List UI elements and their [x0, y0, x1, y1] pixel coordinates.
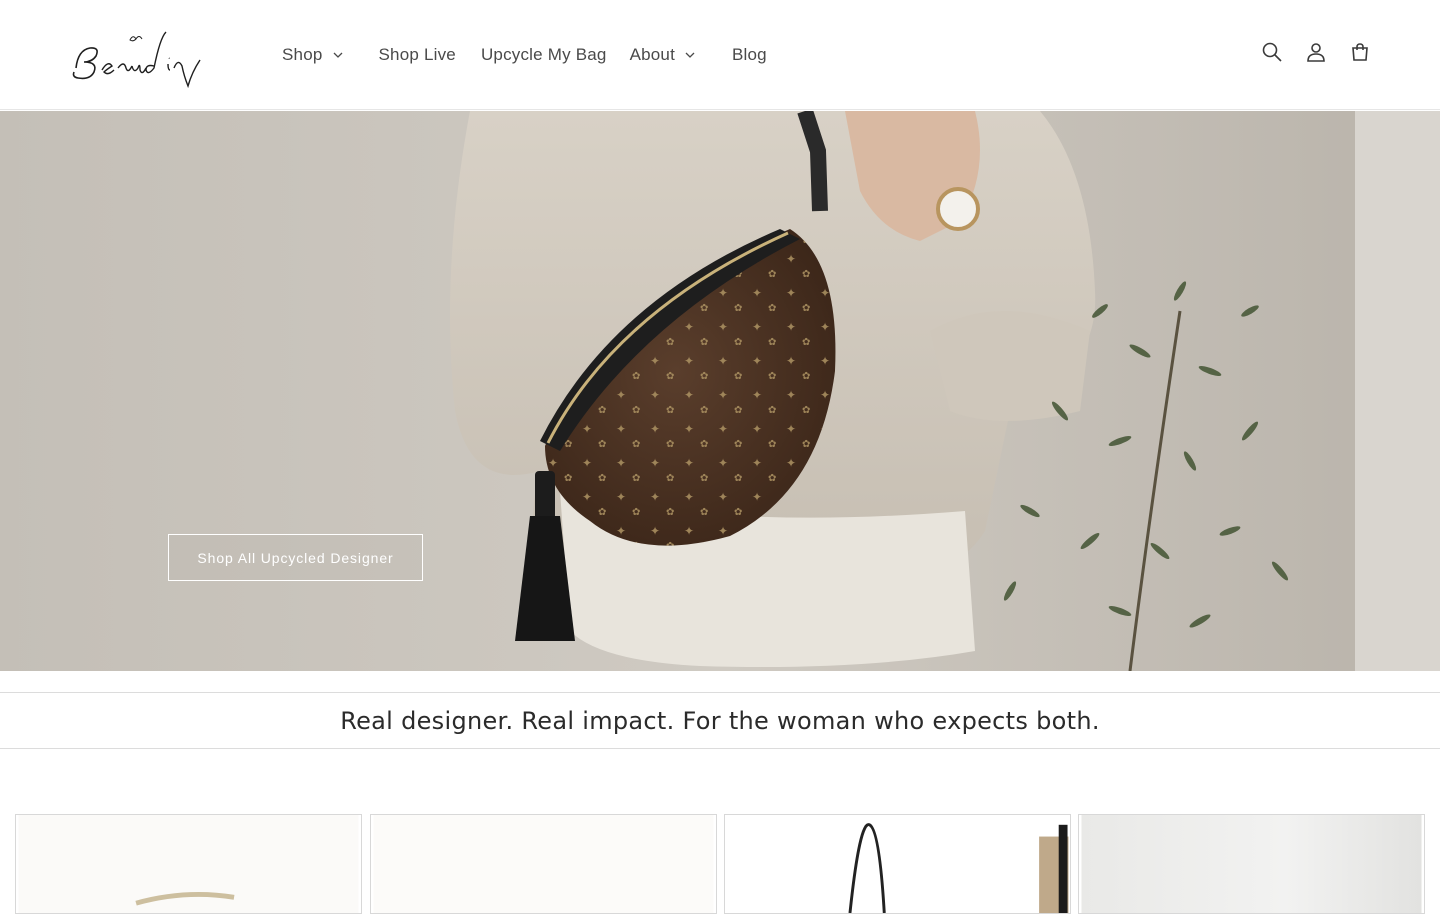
account-icon: [1307, 43, 1325, 62]
main-nav: Shop Shop Live Upcycle My Bag About Blog: [282, 0, 767, 110]
header-icons: [1258, 38, 1374, 66]
product-grid: [15, 814, 1425, 914]
chevron-down-icon: [333, 52, 342, 58]
nav-item-label: Shop Live: [378, 45, 456, 64]
product-image: [373, 815, 714, 913]
product-image: [18, 815, 359, 913]
product-image: [1081, 815, 1422, 913]
site-header: Shop Shop Live Upcycle My Bag About Blog: [0, 0, 1440, 110]
product-card[interactable]: [370, 814, 717, 914]
nav-item-about[interactable]: About: [630, 45, 697, 65]
nav-item-upcycle-my-bag[interactable]: Upcycle My Bag: [481, 45, 607, 65]
nav-item-label: About: [629, 45, 675, 64]
brand-logo[interactable]: [68, 24, 204, 89]
nav-item-shop[interactable]: Shop: [282, 45, 345, 65]
chevron-down-icon: [685, 52, 695, 58]
nav-item-blog[interactable]: Blog: [732, 45, 767, 65]
nav-item-label: Blog: [732, 45, 767, 64]
hero-banner: ✦ ✿: [0, 111, 1440, 671]
product-card[interactable]: [724, 814, 1071, 914]
product-image: [727, 815, 1069, 913]
account-button[interactable]: [1302, 38, 1330, 66]
shop-all-upcycled-button[interactable]: Shop All Upcycled Designer: [168, 534, 423, 581]
product-card[interactable]: [1078, 814, 1425, 914]
hero-image: ✦ ✿: [0, 111, 1440, 671]
cart-icon: [1352, 43, 1368, 61]
nav-item-label: Upcycle My Bag: [480, 45, 607, 64]
tagline-text: Real designer. Real impact. For the woma…: [340, 706, 1100, 735]
search-icon: [1262, 42, 1282, 62]
search-button[interactable]: [1258, 38, 1286, 66]
logo-script: [72, 31, 201, 89]
nav-item-shop-live[interactable]: Shop Live: [379, 45, 456, 65]
cart-button[interactable]: [1346, 38, 1374, 66]
tagline-band: Real designer. Real impact. For the woma…: [0, 692, 1440, 749]
product-card[interactable]: [15, 814, 362, 914]
nav-item-label: Shop: [282, 45, 323, 64]
